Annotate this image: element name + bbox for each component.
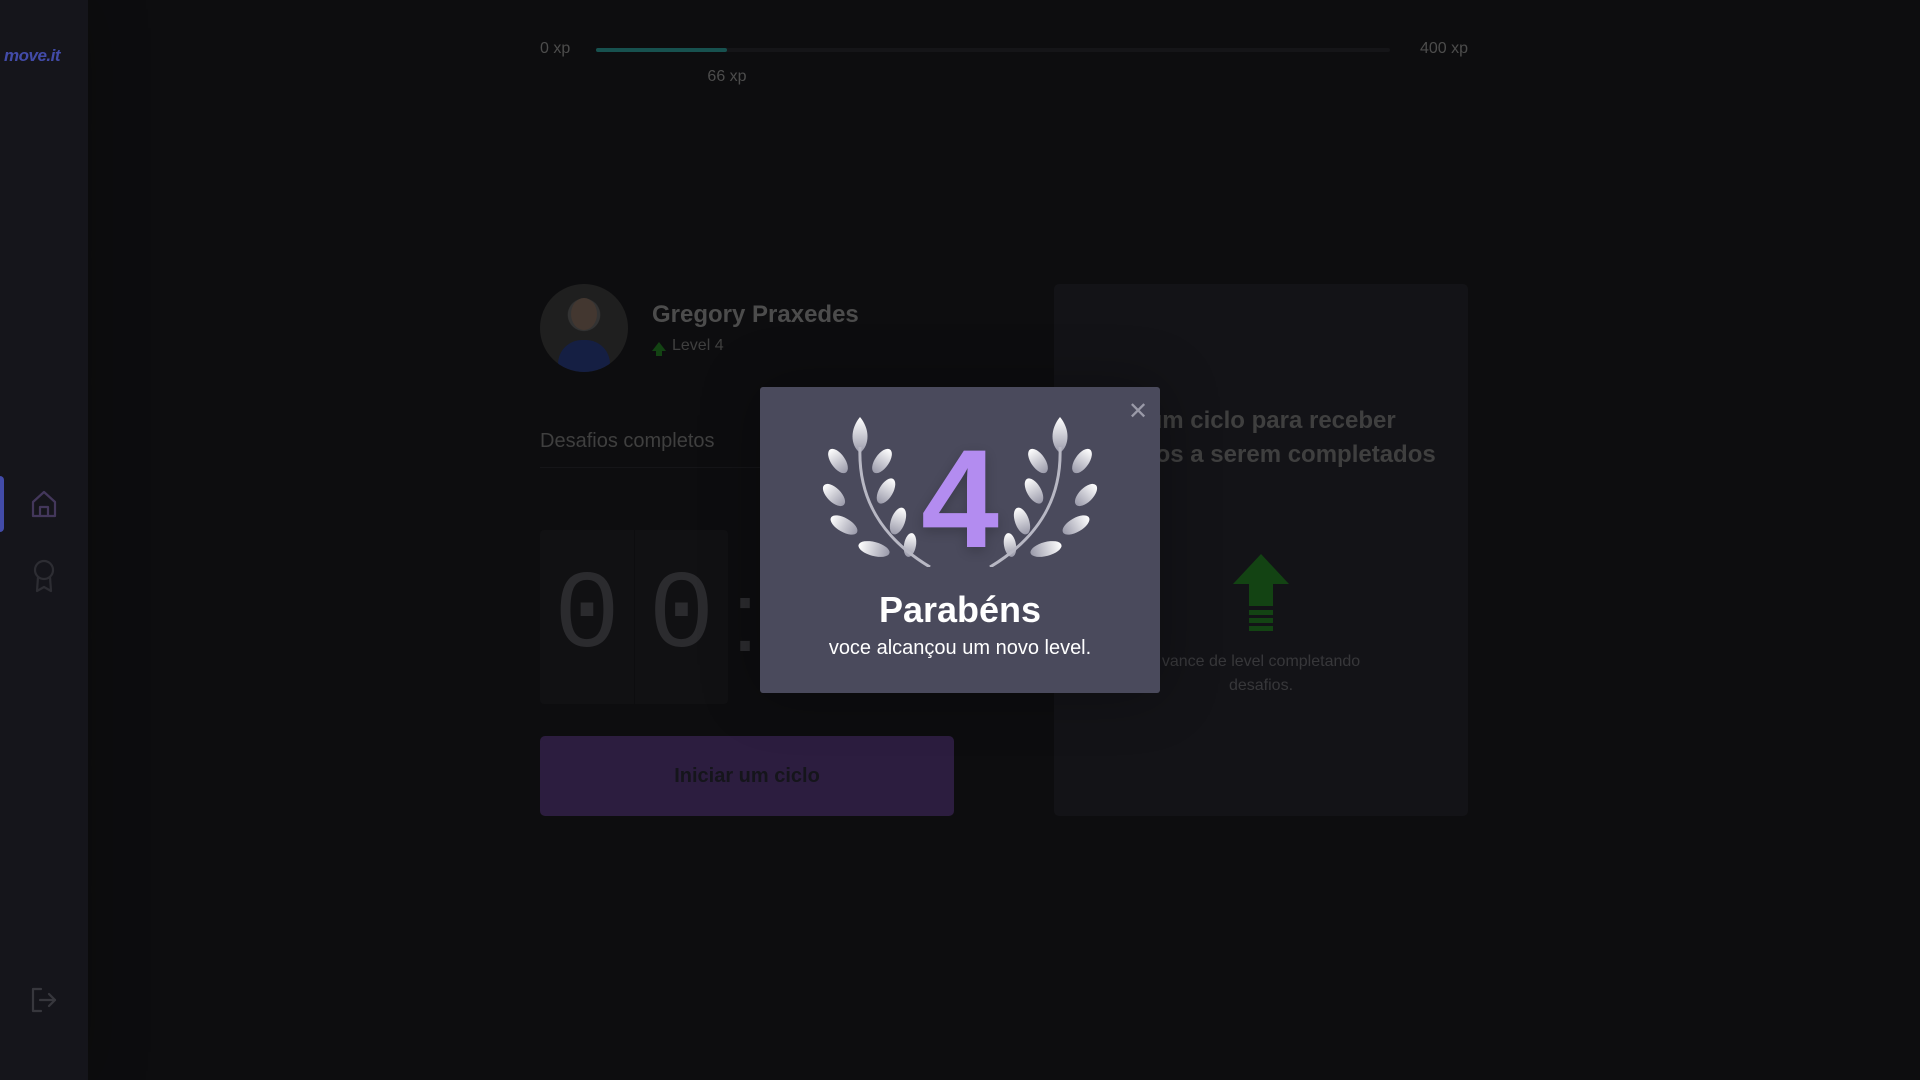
- level-up-modal: ✕ 4 Parabéns voce alcançou um novo level…: [760, 387, 1160, 693]
- close-icon[interactable]: ✕: [1128, 399, 1148, 423]
- app-root: move.it 0 xp 66 xp 400 xp Gregory Praxed…: [0, 0, 1920, 1080]
- modal-title: Parabéns: [878, 589, 1042, 630]
- modal-text: voce alcançou um novo level.: [828, 637, 1092, 659]
- modal-level-number: 4: [921, 420, 999, 577]
